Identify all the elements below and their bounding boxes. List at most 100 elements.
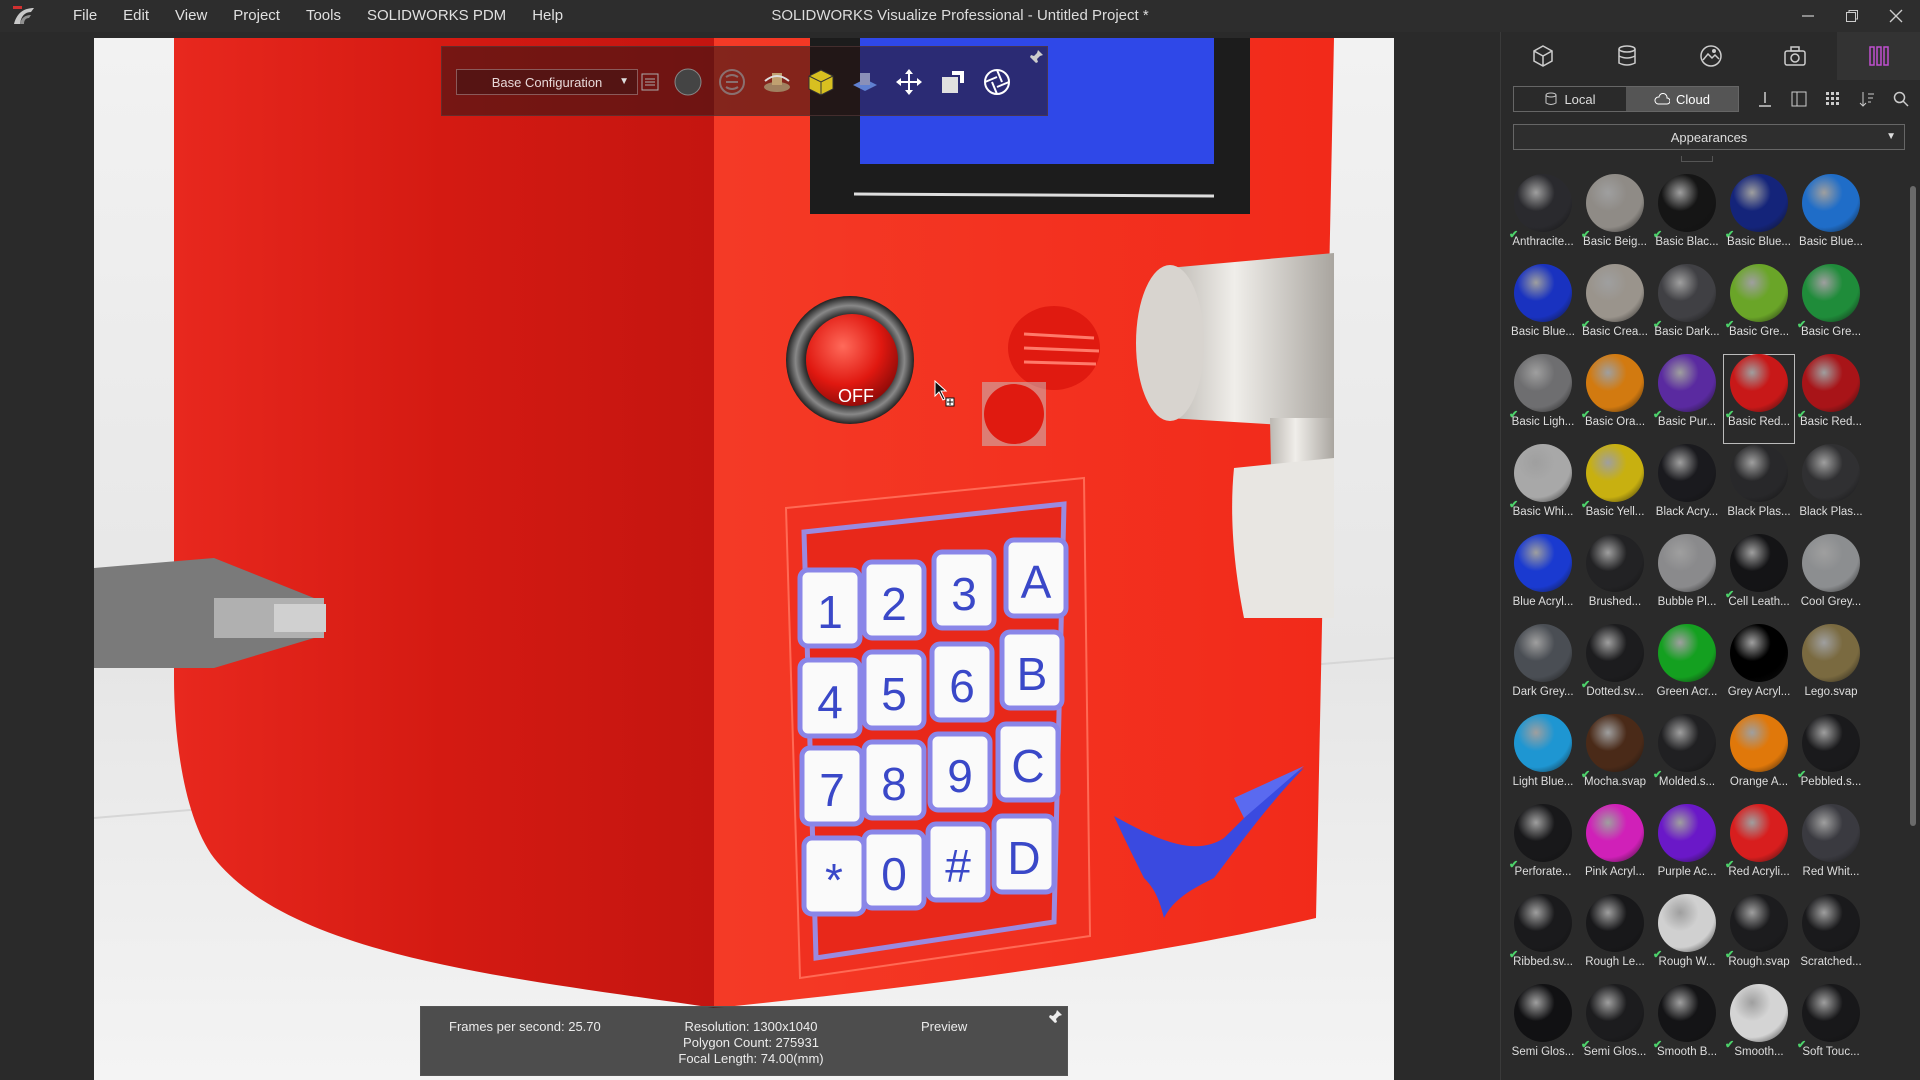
menu-help[interactable]: Help (519, 0, 576, 32)
scale-icon[interactable] (936, 65, 970, 99)
menu-view[interactable]: View (162, 0, 220, 32)
appearance-swatch[interactable]: ✔ Basic Ligh... (1507, 354, 1579, 444)
menu-project[interactable]: Project (220, 0, 293, 32)
list-icon[interactable] (638, 65, 662, 99)
local-button[interactable]: Local (1514, 87, 1626, 111)
ai-denoiser-icon[interactable] (715, 65, 749, 99)
render-mode-icon[interactable] (671, 65, 705, 99)
menu-tools[interactable]: Tools (293, 0, 354, 32)
appearance-swatch[interactable]: ✔ Basic Yell... (1579, 444, 1651, 534)
appearance-swatch[interactable]: ✔ Basic Ora... (1579, 354, 1651, 444)
move-icon[interactable] (892, 65, 926, 99)
appearance-swatch[interactable]: ✔ Basic Gre... (1795, 264, 1867, 354)
scrollbar-thumb[interactable] (1910, 186, 1916, 826)
appearance-swatch[interactable]: ✔ Smooth... (1723, 984, 1795, 1074)
appearance-swatch[interactable]: Bubble Pl... (1651, 534, 1723, 624)
swatch-label: Purple Ac... (1657, 866, 1717, 878)
minimize-button[interactable] (1786, 0, 1830, 32)
appearance-swatch[interactable]: Light Blue... (1507, 714, 1579, 804)
pin-icon[interactable] (1047, 1009, 1063, 1025)
tab-cameras[interactable] (1753, 32, 1837, 80)
configuration-dropdown[interactable]: Base Configuration ▼ (456, 69, 638, 95)
collapse-handle[interactable] (1681, 156, 1713, 162)
appearance-swatch[interactable]: Rough Le... (1579, 894, 1651, 984)
category-dropdown[interactable]: Appearances ▼ (1513, 124, 1905, 150)
swatch-thumbnail (1658, 804, 1716, 862)
pin-icon[interactable] (1028, 49, 1044, 65)
appearance-swatch[interactable]: ✔ Basic Blue... (1723, 174, 1795, 264)
bounding-box-icon[interactable] (804, 65, 838, 99)
appearance-swatch[interactable]: Pink Acryl... (1579, 804, 1651, 894)
appearance-swatch[interactable]: ✔ Anthracite... (1507, 174, 1579, 264)
split-view-icon[interactable] (1787, 87, 1811, 111)
appearance-swatch[interactable]: Purple Ac... (1651, 804, 1723, 894)
sort-icon[interactable] (1855, 87, 1879, 111)
appearance-swatch[interactable]: Cool Grey... (1795, 534, 1867, 624)
appearance-swatch[interactable]: ✔ Red Acryli... (1723, 804, 1795, 894)
appearance-swatch[interactable]: Black Acry... (1651, 444, 1723, 534)
appearance-swatch[interactable]: ✔ Basic Red... (1723, 354, 1795, 444)
appearance-swatch[interactable]: Scratched... (1795, 894, 1867, 984)
appearance-swatch[interactable]: Basic Blue... (1795, 174, 1867, 264)
upload-icon[interactable] (1753, 87, 1777, 111)
appearance-swatch[interactable]: Black Plas... (1723, 444, 1795, 534)
appearance-swatch[interactable]: Orange A... (1723, 714, 1795, 804)
appearance-swatch[interactable]: Black Plas... (1795, 444, 1867, 534)
appearance-swatch[interactable]: ✔ Basic Gre... (1723, 264, 1795, 354)
appearance-swatch[interactable]: ✔ Cell Leath... (1723, 534, 1795, 624)
appearance-swatch[interactable]: ✔ Basic Whi... (1507, 444, 1579, 534)
appearance-swatch[interactable]: Red Whit... (1795, 804, 1867, 894)
appearance-swatch[interactable]: ✔ Basic Dark... (1651, 264, 1723, 354)
3d-viewport[interactable]: OFF 1 2 3 A 4 5 6 B 7 8 9 C * 0 # D (94, 38, 1394, 1080)
swatch-thumbnail (1658, 174, 1716, 232)
search-icon[interactable] (1889, 87, 1913, 111)
appearance-swatch[interactable]: Lego.svap (1795, 624, 1867, 714)
appearance-swatch[interactable]: Green Acr... (1651, 624, 1723, 714)
appearance-swatch[interactable]: ✔ Semi Glos... (1579, 984, 1651, 1074)
swatch-thumbnail (1802, 354, 1860, 412)
appearance-swatch[interactable]: Basic Blue... (1507, 264, 1579, 354)
appearance-swatch[interactable]: Grey Acryl... (1723, 624, 1795, 714)
appearance-swatch[interactable]: Dark Grey... (1507, 624, 1579, 714)
appearance-swatch[interactable]: ✔ Pebbled.s... (1795, 714, 1867, 804)
appearance-swatch[interactable]: ✔ Dotted.sv... (1579, 624, 1651, 714)
cloud-button[interactable]: Cloud (1626, 87, 1738, 111)
swatch-label: Rough Le... (1585, 956, 1645, 968)
menu-file[interactable]: File (60, 0, 110, 32)
menu-solidworks-pdm[interactable]: SOLIDWORKS PDM (354, 0, 519, 32)
turntable-icon[interactable] (760, 65, 794, 99)
swatch-label: Basic Ligh... (1511, 416, 1575, 428)
tab-models[interactable] (1501, 32, 1585, 80)
menu-edit[interactable]: Edit (110, 0, 162, 32)
tab-appearances[interactable] (1585, 32, 1669, 80)
vertical-scrollbar[interactable] (1909, 178, 1917, 1068)
swatch-thumbnail (1514, 804, 1572, 862)
restore-button[interactable] (1830, 0, 1874, 32)
close-button[interactable] (1874, 0, 1918, 32)
tab-libraries[interactable] (1837, 32, 1920, 80)
appearance-swatch[interactable]: ✔ Smooth B... (1651, 984, 1723, 1074)
appearance-swatch[interactable]: ✔ Rough W... (1651, 894, 1723, 984)
camera-aperture-icon[interactable] (980, 65, 1014, 99)
appearance-swatch[interactable]: ✔ Molded.s... (1651, 714, 1723, 804)
appearance-swatch[interactable]: ✔ Basic Crea... (1579, 264, 1651, 354)
app-logo-icon[interactable] (8, 0, 40, 32)
appearance-swatch[interactable]: ✔ Rough.svap (1723, 894, 1795, 984)
floor-icon[interactable] (848, 65, 882, 99)
appearance-swatch[interactable]: ✔ Ribbed.sv... (1507, 894, 1579, 984)
appearance-swatch[interactable]: Brushed... (1579, 534, 1651, 624)
appearance-swatch[interactable]: ✔ Perforate... (1507, 804, 1579, 894)
appearance-swatch[interactable]: ✔ Basic Red... (1795, 354, 1867, 444)
appearance-swatch[interactable]: ✔ Basic Pur... (1651, 354, 1723, 444)
appearance-swatch[interactable]: Semi Glos... (1507, 984, 1579, 1074)
swatch-label: Red Whit... (1802, 866, 1860, 878)
appearance-swatch[interactable]: ✔ Basic Blac... (1651, 174, 1723, 264)
swatch-thumbnail (1586, 714, 1644, 772)
tab-environments[interactable] (1669, 32, 1753, 80)
appearance-swatch[interactable]: ✔ Mocha.svap (1579, 714, 1651, 804)
appearance-swatch[interactable]: ✔ Basic Beig... (1579, 174, 1651, 264)
appearance-swatch[interactable]: ✔ Soft Touc... (1795, 984, 1867, 1074)
grid-view-icon[interactable] (1821, 87, 1845, 111)
appearance-swatch[interactable]: Blue Acryl... (1507, 534, 1579, 624)
keypad-key-label: 1 (817, 586, 843, 638)
